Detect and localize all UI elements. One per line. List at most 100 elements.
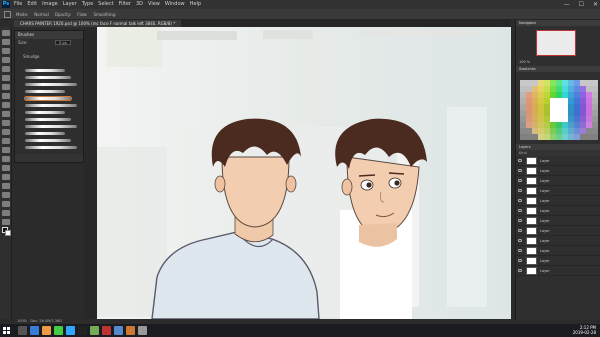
eye-icon[interactable] xyxy=(518,269,522,272)
layer-row[interactable]: Layer xyxy=(516,226,600,236)
layer-row[interactable]: Layer xyxy=(516,216,600,226)
tool-icon[interactable] xyxy=(2,93,10,99)
navigator-thumbnail[interactable] xyxy=(536,30,576,56)
tool-icon[interactable] xyxy=(2,138,10,144)
tool-icon[interactable] xyxy=(2,30,10,36)
menu-item-view[interactable]: View xyxy=(148,0,160,9)
tool-icon[interactable] xyxy=(2,120,10,126)
eye-icon[interactable] xyxy=(518,229,522,232)
option-1[interactable]: Normal xyxy=(34,9,48,20)
menu-item-window[interactable]: Window xyxy=(165,0,185,9)
tool-icon[interactable] xyxy=(2,66,10,72)
menu-item-layer[interactable]: Layer xyxy=(63,0,77,9)
brush-preset[interactable] xyxy=(24,96,72,101)
brush-preset[interactable] xyxy=(25,118,71,121)
system-clock[interactable]: 2:12 PM 2019-02-28 xyxy=(573,325,596,335)
taskbar-app-icon[interactable] xyxy=(126,326,135,335)
tool-icon[interactable] xyxy=(2,57,10,63)
taskbar-app-icon[interactable] xyxy=(114,326,123,335)
taskbar-app-icon[interactable] xyxy=(90,326,99,335)
menu-item-3d[interactable]: 3D xyxy=(136,0,143,9)
tool-icon[interactable] xyxy=(2,192,10,198)
tool-icon[interactable] xyxy=(2,111,10,117)
layer-row[interactable]: Layer xyxy=(516,166,600,176)
layer-row[interactable]: Layer xyxy=(516,266,600,276)
tool-icon[interactable] xyxy=(2,84,10,90)
brush-preset[interactable] xyxy=(25,146,77,149)
option-3[interactable]: Flow: xyxy=(77,9,87,20)
option-4[interactable]: Smoothing: xyxy=(93,9,116,20)
menu-item-edit[interactable]: Edit xyxy=(27,0,37,9)
brush-preset[interactable] xyxy=(25,111,65,114)
menu-item-type[interactable]: Type xyxy=(82,0,93,9)
layer-row[interactable]: Layer xyxy=(516,236,600,246)
taskbar-app-icon[interactable] xyxy=(78,326,87,335)
layer-row[interactable]: Layer xyxy=(516,196,600,206)
taskbar-app-icon[interactable] xyxy=(66,326,75,335)
close-button[interactable]: ✕ xyxy=(593,0,598,9)
tool-icon[interactable] xyxy=(2,147,10,153)
eye-icon[interactable] xyxy=(518,199,522,202)
tool-icon[interactable] xyxy=(2,183,10,189)
menu-item-select[interactable]: Select xyxy=(98,0,113,9)
tool-icon[interactable] xyxy=(2,219,10,225)
taskbar-app-icon[interactable] xyxy=(138,326,147,335)
background-color-swatch[interactable] xyxy=(5,230,11,236)
brush-preset[interactable] xyxy=(25,139,71,142)
layer-row[interactable]: Layer xyxy=(516,246,600,256)
brush-preset[interactable] xyxy=(25,104,77,107)
canvas[interactable] xyxy=(97,27,511,319)
eye-icon[interactable] xyxy=(518,209,522,212)
eye-icon[interactable] xyxy=(518,169,522,172)
option-0[interactable]: Mode: xyxy=(16,9,28,20)
taskbar-app-icon[interactable] xyxy=(18,326,27,335)
tool-icon[interactable] xyxy=(2,201,10,207)
eye-icon[interactable] xyxy=(518,259,522,262)
eye-icon[interactable] xyxy=(518,189,522,192)
tool-icon[interactable] xyxy=(2,174,10,180)
eye-icon[interactable] xyxy=(518,239,522,242)
tool-icon[interactable] xyxy=(2,102,10,108)
brush-preset[interactable] xyxy=(25,125,77,128)
tool-icon[interactable] xyxy=(2,48,10,54)
taskbar-app-icon[interactable] xyxy=(102,326,111,335)
windows-start-icon[interactable] xyxy=(3,327,10,334)
tool-icon[interactable] xyxy=(2,75,10,81)
eye-icon[interactable] xyxy=(518,219,522,222)
layer-row[interactable]: Layer xyxy=(516,156,600,166)
menu-item-file[interactable]: File xyxy=(14,0,22,9)
tool-icon[interactable] xyxy=(2,129,10,135)
brush-preset[interactable] xyxy=(25,76,71,79)
navigator-zoom[interactable]: 100 % xyxy=(519,60,530,64)
maximize-button[interactable]: ☐ xyxy=(579,0,584,9)
eye-icon[interactable] xyxy=(518,159,522,162)
layer-row[interactable]: Layer xyxy=(516,206,600,216)
minimize-button[interactable]: — xyxy=(564,0,570,9)
taskbar-app-icon[interactable] xyxy=(42,326,51,335)
taskbar-app-icon[interactable] xyxy=(54,326,63,335)
tool-icon[interactable] xyxy=(2,39,10,45)
layer-row[interactable]: Layer xyxy=(516,186,600,196)
menu-item-help[interactable]: Help xyxy=(190,0,201,9)
document-tab[interactable]: CHARS PAINTER 1920.psd @ 100% (mc face F… xyxy=(14,20,182,27)
tool-icon[interactable] xyxy=(2,210,10,216)
menu-item-filter[interactable]: Filter xyxy=(119,0,131,9)
brush-tool-icon[interactable] xyxy=(4,11,11,18)
option-2[interactable]: Opacity: xyxy=(55,9,71,20)
brush-folder[interactable]: Smudge xyxy=(15,53,83,60)
brush-preset[interactable] xyxy=(25,132,65,135)
layer-row[interactable]: Layer xyxy=(516,256,600,266)
layer-row[interactable]: Layer xyxy=(516,176,600,186)
brush-size-input[interactable]: 5 px xyxy=(55,40,71,45)
tool-icon[interactable] xyxy=(2,156,10,162)
taskbar-app-icon[interactable] xyxy=(30,326,39,335)
brush-preset[interactable] xyxy=(25,83,77,86)
eye-icon[interactable] xyxy=(518,179,522,182)
color-swatch[interactable] xyxy=(592,134,598,140)
brush-preset[interactable] xyxy=(25,69,65,72)
tool-icon[interactable] xyxy=(2,165,10,171)
brush-preset[interactable] xyxy=(25,90,65,93)
eye-icon[interactable] xyxy=(518,249,522,252)
zoom-level[interactable]: 100% xyxy=(17,319,27,323)
menu-item-image[interactable]: Image xyxy=(42,0,58,9)
